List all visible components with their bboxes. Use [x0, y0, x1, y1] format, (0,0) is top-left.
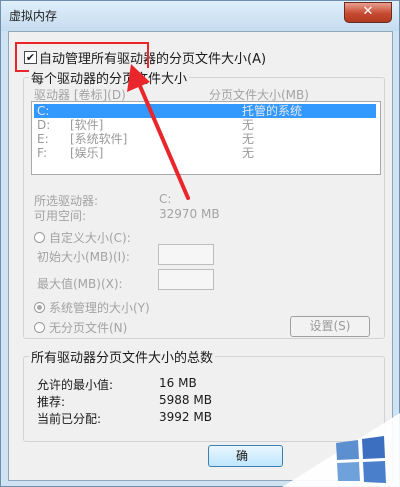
drive-list[interactable]: C: 托管的系统 D: [软件] 无 E: [系统软件] 无 F: [娱乐] 无 — [31, 101, 381, 175]
custom-size-label[interactable]: 自定义大小(C): — [49, 229, 131, 246]
initial-size-input[interactable] — [158, 244, 214, 265]
initial-size-label: 初始大小(MB)(I): — [37, 250, 130, 264]
drive-paging-size: 无 — [242, 132, 255, 146]
drive-paging-size: 无 — [242, 118, 255, 132]
no-paging-file-radio[interactable] — [34, 322, 45, 333]
drive-paging-size: 托管的系统 — [242, 104, 303, 118]
recommended-value: 5988 MB — [159, 393, 212, 407]
max-size-input[interactable] — [158, 269, 214, 290]
window-title: 虚拟内存 — [9, 9, 58, 23]
drive-row-c[interactable]: C: 托管的系统 — [34, 104, 376, 118]
drive-letter: E: — [37, 132, 49, 146]
totals-group-title: 所有驱动器分页文件大小的总数 — [29, 347, 216, 366]
min-allowed-value: 16 MB — [159, 376, 197, 390]
windows-logo-icon — [282, 413, 400, 487]
currently-allocated-value: 3992 MB — [159, 410, 212, 424]
max-size-label: 最大值(MB)(X): — [37, 277, 123, 291]
system-managed-label[interactable]: 系统管理的大小(Y) — [49, 299, 150, 316]
drive-volume-label: [系统软件] — [70, 132, 128, 146]
no-paging-file-label[interactable]: 无分页文件(N) — [49, 319, 127, 336]
free-space-value: 32970 MB — [159, 207, 220, 221]
system-managed-radio[interactable] — [34, 302, 45, 313]
drive-volume-label: [软件] — [70, 118, 104, 132]
min-allowed-label: 允许的最小值: — [37, 378, 114, 392]
drive-paging-size: 无 — [242, 146, 255, 160]
set-button[interactable]: 设置(S) — [290, 316, 370, 337]
drive-row-d[interactable]: D: [软件] 无 — [34, 118, 376, 132]
recommended-label: 推荐: — [37, 395, 66, 409]
drive-letter: F: — [37, 146, 48, 160]
drive-volume-label: [娱乐] — [70, 146, 104, 160]
drive-letter: C: — [37, 104, 50, 118]
close-button[interactable]: ✕ — [344, 2, 392, 23]
title-bar[interactable]: 虚拟内存 ✕ — [1, 1, 399, 31]
per-drive-group-title: 每个驱动器的分页文件大小 — [29, 68, 190, 87]
free-space-label: 可用空间: — [34, 209, 87, 223]
drive-letter: D: — [37, 118, 51, 132]
custom-size-radio[interactable] — [34, 232, 45, 243]
drive-row-f[interactable]: F: [娱乐] 无 — [34, 146, 376, 160]
currently-allocated-label: 当前已分配: — [37, 412, 102, 426]
selected-drive-value: C: — [159, 192, 172, 206]
drive-row-e[interactable]: E: [系统软件] 无 — [34, 132, 376, 146]
